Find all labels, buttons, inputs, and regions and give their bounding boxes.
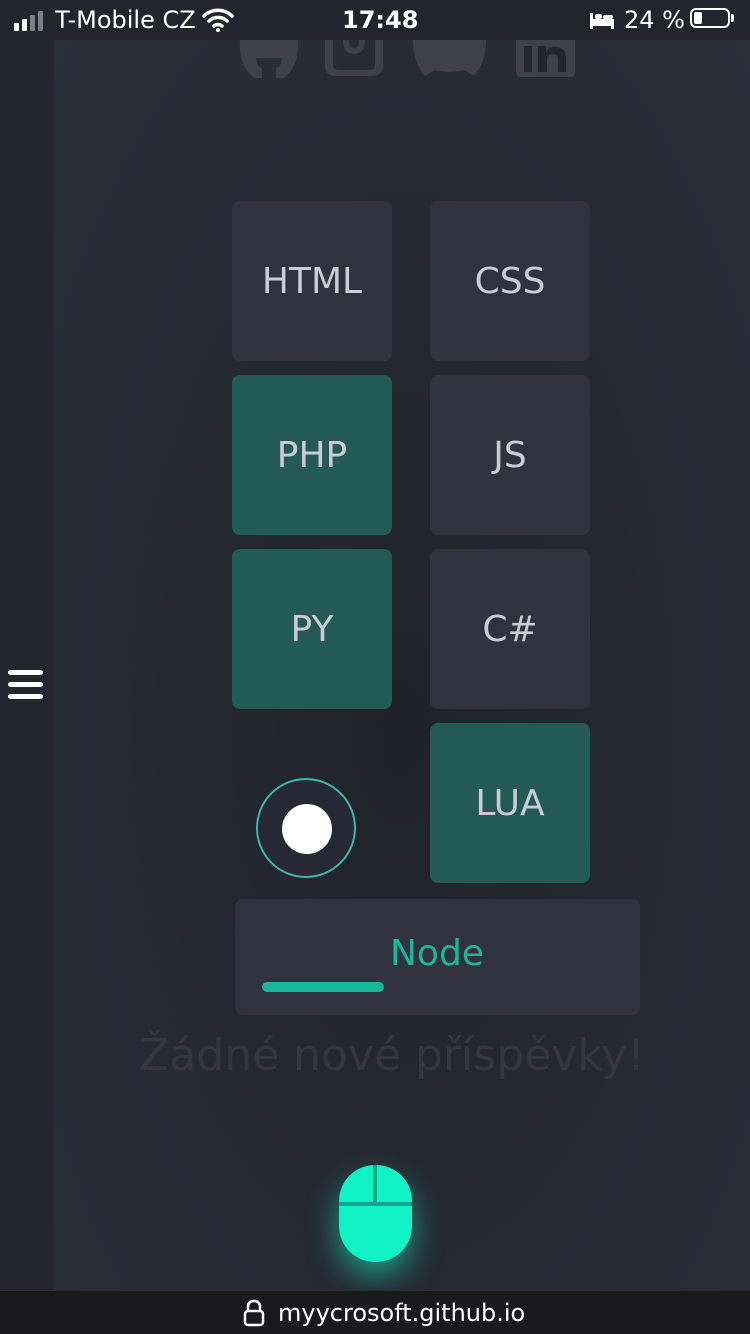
theme-toggle[interactable] xyxy=(256,778,356,878)
node-progress-bar xyxy=(262,982,384,992)
skill-label: LUA xyxy=(475,782,545,824)
linkedin-icon[interactable] xyxy=(516,40,575,78)
battery-percent: 24 % xyxy=(624,6,685,34)
side-rail xyxy=(0,40,54,1290)
browser-url-bar[interactable]: myycrosoft.github.io xyxy=(0,1290,750,1334)
battery-level xyxy=(694,12,702,24)
mouse-icon[interactable] xyxy=(339,1165,412,1262)
status-bar: T-Mobile CZ 17:48 24 % xyxy=(0,0,750,40)
skill-tile-html[interactable]: HTML xyxy=(232,201,392,361)
node-label: Node xyxy=(390,933,484,974)
skill-label: PY xyxy=(290,608,334,650)
skill-label: CSS xyxy=(474,260,546,302)
skill-tile-js[interactable]: JS xyxy=(430,375,590,535)
battery-icon xyxy=(690,8,730,28)
main-content xyxy=(54,40,750,1290)
skill-card-node[interactable]: Node xyxy=(235,899,640,1015)
skill-label: PHP xyxy=(276,434,348,476)
skill-tile-csharp[interactable]: C# xyxy=(430,549,590,709)
discord-icon[interactable] xyxy=(411,40,488,78)
wifi-icon xyxy=(202,8,234,32)
skill-tile-css[interactable]: CSS xyxy=(430,201,590,361)
bed-icon xyxy=(590,13,614,29)
battery-tip xyxy=(731,14,734,22)
signal-icon xyxy=(14,11,43,31)
url-text: myycrosoft.github.io xyxy=(278,1299,526,1327)
clock: 17:48 xyxy=(342,6,419,34)
skill-label: HTML xyxy=(261,260,363,302)
instagram-icon[interactable] xyxy=(325,40,383,78)
skill-tile-lua[interactable]: LUA xyxy=(430,723,590,883)
toggle-knob xyxy=(282,804,332,854)
skill-label: JS xyxy=(493,434,527,476)
skill-tile-py[interactable]: PY xyxy=(232,549,392,709)
carrier-name: T-Mobile CZ xyxy=(55,6,196,34)
empty-posts-message: Žádné nové příspěvky! xyxy=(139,1030,645,1081)
hamburger-menu-icon[interactable] xyxy=(8,670,44,702)
skill-label: C# xyxy=(482,608,538,650)
github-icon[interactable] xyxy=(236,40,302,80)
lock-icon xyxy=(243,1299,265,1327)
skill-tile-php[interactable]: PHP xyxy=(232,375,392,535)
